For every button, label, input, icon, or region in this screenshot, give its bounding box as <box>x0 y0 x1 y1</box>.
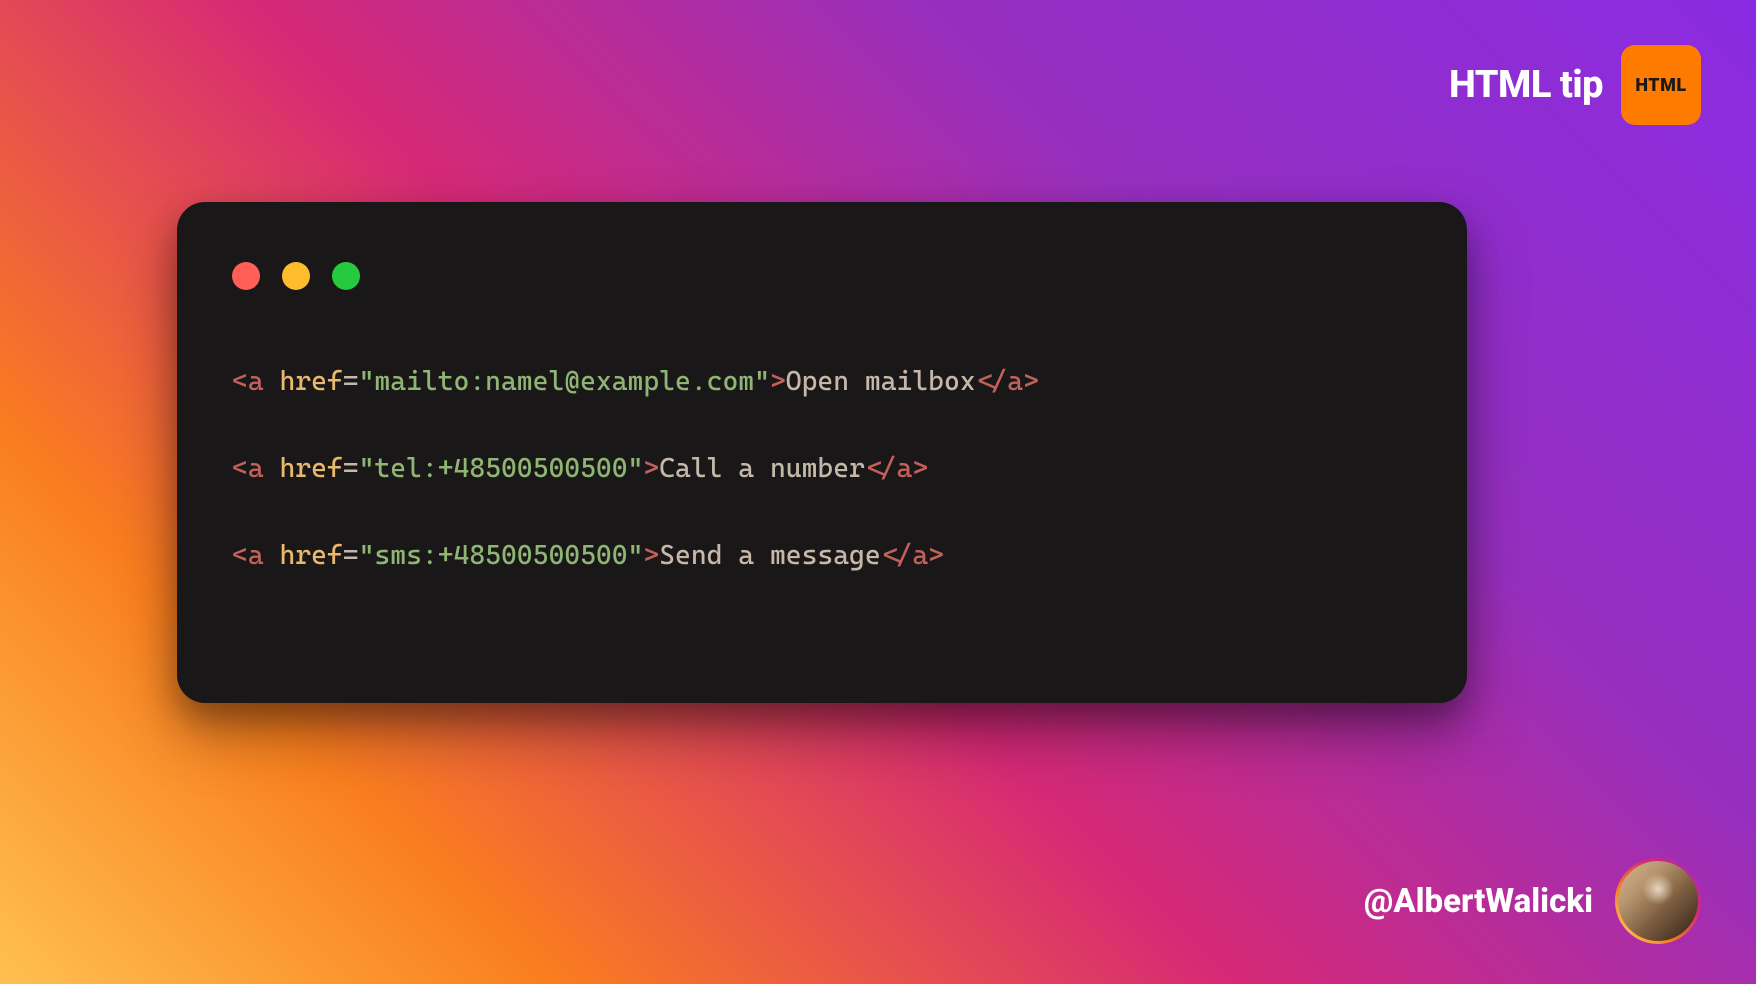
traffic-lights <box>232 262 1412 290</box>
author-handle: @AlbertWalicki <box>1364 882 1593 921</box>
maximize-icon <box>332 262 360 290</box>
code-line: <a href="mailto:namel@example.com">Open … <box>232 360 1412 403</box>
header-title: HTML tip <box>1449 63 1603 107</box>
code-line: <a href="sms:+48500500500">Send a messag… <box>232 534 1412 577</box>
close-icon <box>232 262 260 290</box>
header: HTML tip HTML <box>1449 45 1701 125</box>
code-window: <a href="mailto:namel@example.com">Open … <box>177 202 1467 703</box>
code-line: <a href="tel:+48500500500">Call a number… <box>232 447 1412 490</box>
avatar <box>1615 858 1701 944</box>
html-badge-text: HTML <box>1635 75 1686 96</box>
html-badge-icon: HTML <box>1621 45 1701 125</box>
minimize-icon <box>282 262 310 290</box>
code-content: <a href="mailto:namel@example.com">Open … <box>232 360 1412 578</box>
footer: @AlbertWalicki <box>1364 858 1701 944</box>
avatar-image <box>1618 861 1698 941</box>
